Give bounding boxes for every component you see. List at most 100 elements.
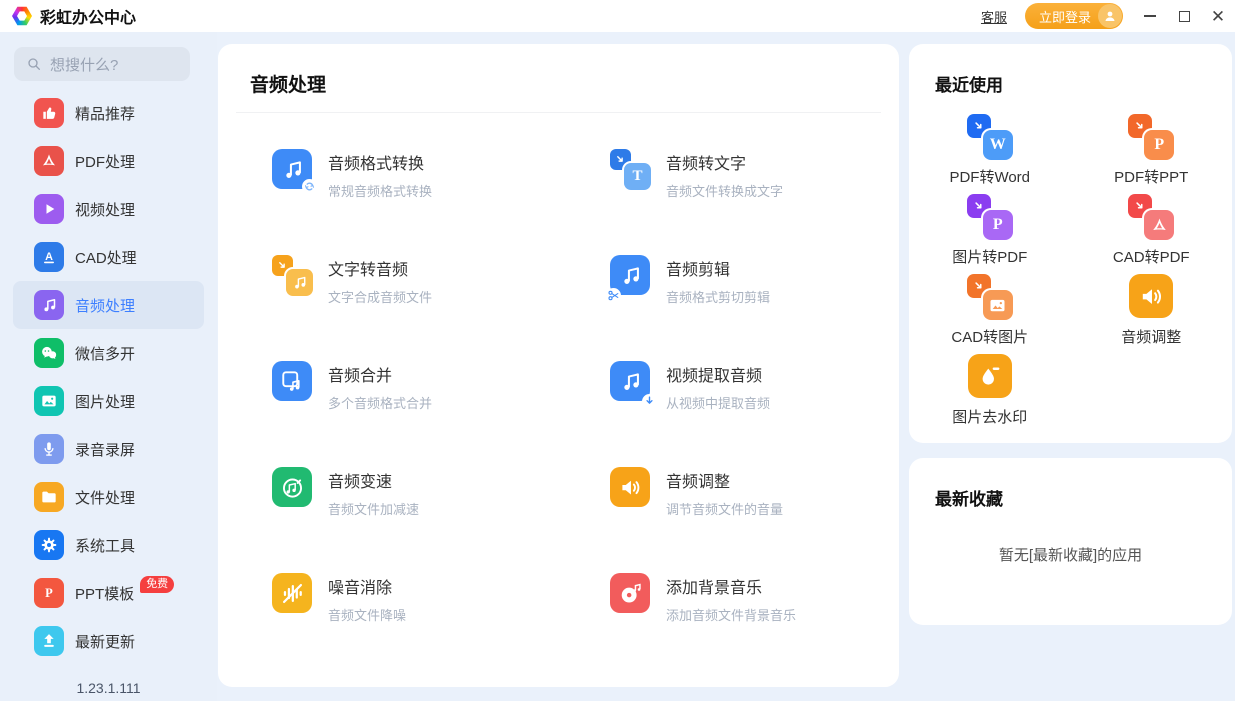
minimize-button[interactable] — [1133, 0, 1167, 32]
app-text-to-audio[interactable]: 文字转音频 文字合成音频文件 — [272, 255, 610, 361]
app-name: 音频剪辑 — [666, 256, 770, 280]
letter-w-icon: W — [983, 130, 1013, 160]
recent-label: 音频调整 — [1121, 326, 1181, 347]
app-desc: 从视频中提取音频 — [666, 393, 770, 412]
pdf-reader-icon — [34, 146, 64, 176]
sidebar-item-label: PDF处理 — [75, 151, 135, 172]
sidebar-item-update[interactable]: 最新更新 — [0, 617, 217, 665]
recent-panel: 最近使用 W PDF转Word P PDF转PPT — [909, 44, 1232, 443]
app-audio-to-text[interactable]: T 音频转文字 音频文件转换成文字 — [610, 149, 899, 255]
sidebar-item-pdf[interactable]: PDF处理 — [0, 137, 217, 185]
sidebar-item-cad[interactable]: A CAD处理 — [0, 233, 217, 281]
sidebar-item-label: PPT模板 — [75, 583, 134, 604]
favorites-panel: 最新收藏 暂无[最新收藏]的应用 — [909, 458, 1232, 625]
recent-label: CAD转PDF — [1113, 246, 1190, 267]
app-audio-format-convert[interactable]: 音频格式转换 常规音频格式转换 — [272, 149, 610, 255]
titlebar: 彩虹办公中心 客服 立即登录 ✕ — [0, 0, 1235, 32]
folder-icon — [34, 482, 64, 512]
sidebar-item-wechat[interactable]: 微信多开 — [0, 329, 217, 377]
version-text: 1.23.1.111 — [0, 680, 217, 696]
letter-t-icon: T — [624, 163, 651, 190]
app-name: 音频调整 — [666, 468, 783, 492]
ppt-icon: P — [34, 578, 64, 608]
title-divider — [236, 112, 881, 113]
sidebar-item-image[interactable]: 图片处理 — [0, 377, 217, 425]
merge-music-icon — [272, 361, 312, 401]
recent-cad-to-pdf[interactable]: CAD转PDF — [1113, 194, 1190, 274]
app-name: 噪音消除 — [328, 574, 406, 598]
app-desc: 添加音频文件背景音乐 — [666, 605, 796, 624]
music-note-icon — [286, 269, 313, 296]
app-desc: 音频文件降噪 — [328, 605, 406, 624]
gear-icon — [34, 530, 64, 560]
sidebar-item-label: 文件处理 — [75, 487, 135, 508]
pdf-reader-icon — [1144, 210, 1174, 240]
recent-image-watermark-removal[interactable]: 图片去水印 — [952, 354, 1027, 434]
app-add-bgm[interactable]: 添加背景音乐 添加音频文件背景音乐 — [610, 573, 899, 679]
speed-gauge-icon — [272, 467, 312, 507]
recent-label: PDF转Word — [949, 166, 1030, 187]
sidebar-item-label: 最新更新 — [75, 631, 135, 652]
noise-waveform-icon — [272, 573, 312, 613]
sidebar-item-file[interactable]: 文件处理 — [0, 473, 217, 521]
app-desc: 调节音频文件的音量 — [666, 499, 783, 518]
refresh-icon — [302, 179, 317, 194]
sidebar-item-recorder[interactable]: 录音录屏 — [0, 425, 217, 473]
sidebar-item-label: CAD处理 — [75, 247, 137, 268]
app-name: 音频合并 — [328, 362, 432, 386]
app-audio-merge[interactable]: 音频合并 多个音频格式合并 — [272, 361, 610, 467]
search-input[interactable]: 想搜什么? — [14, 47, 190, 81]
upload-arrow-icon — [34, 626, 64, 656]
app-desc: 文字合成音频文件 — [328, 287, 432, 306]
sidebar-item-label: 系统工具 — [75, 535, 135, 556]
sidebar-item-system[interactable]: 系统工具 — [0, 521, 217, 569]
close-button[interactable]: ✕ — [1201, 0, 1235, 32]
sidebar-item-featured[interactable]: 精品推荐 — [0, 89, 217, 137]
sidebar-item-audio[interactable]: 音频处理 — [13, 281, 204, 329]
app-grid: 音频格式转换 常规音频格式转换 T 音频转文字 音频文件转换成文字 — [272, 149, 899, 679]
app-desc: 音频文件加减速 — [328, 499, 419, 518]
app-video-extract-audio[interactable]: 视频提取音频 从视频中提取音频 — [610, 361, 899, 467]
app-name: 文字转音频 — [328, 256, 432, 280]
app-desc: 音频文件转换成文字 — [666, 181, 783, 200]
login-button[interactable]: 立即登录 — [1025, 3, 1123, 29]
recent-label: 图片转PDF — [952, 246, 1027, 267]
app-audio-speed[interactable]: 音频变速 音频文件加减速 — [272, 467, 610, 573]
app-noise-removal[interactable]: 噪音消除 音频文件降噪 — [272, 573, 610, 679]
recent-pdf-to-ppt[interactable]: P PDF转PPT — [1114, 114, 1188, 194]
search-placeholder: 想搜什么? — [50, 54, 118, 75]
recent-cad-to-image[interactable]: CAD转图片 — [951, 274, 1028, 354]
music-note-icon — [34, 290, 64, 320]
page-title: 音频处理 — [218, 44, 899, 97]
water-drop-icon — [968, 354, 1012, 398]
recent-title: 最近使用 — [909, 44, 1232, 96]
sidebar-item-video[interactable]: 视频处理 — [0, 185, 217, 233]
app-name: 音频变速 — [328, 468, 419, 492]
recent-audio-adjust[interactable]: 音频调整 — [1121, 274, 1181, 354]
letter-p-icon: P — [983, 210, 1013, 240]
speaker-icon — [1129, 274, 1173, 318]
disc-music-icon — [610, 573, 650, 613]
sidebar-item-ppt-template[interactable]: P PPT模板 免费 — [0, 569, 217, 617]
recent-pdf-to-word[interactable]: W PDF转Word — [949, 114, 1030, 194]
app-desc: 音频格式剪切剪辑 — [666, 287, 770, 306]
recent-image-to-pdf[interactable]: P 图片转PDF — [952, 194, 1027, 274]
close-icon: ✕ — [1211, 8, 1225, 25]
favorites-empty-text: 暂无[最新收藏]的应用 — [909, 544, 1232, 565]
thumb-up-icon — [34, 98, 64, 128]
recent-grid: W PDF转Word P PDF转PPT P 图片转PDF — [909, 114, 1232, 434]
picture-icon — [983, 290, 1013, 320]
sidebar-item-label: 音频处理 — [75, 295, 135, 316]
main-panel: 音频处理 音频格式转换 常规音频格式转换 — [218, 44, 899, 687]
picture-icon — [34, 386, 64, 416]
app-audio-adjust[interactable]: 音频调整 调节音频文件的音量 — [610, 467, 899, 573]
play-icon — [34, 194, 64, 224]
favorites-title: 最新收藏 — [909, 458, 1232, 510]
letter-p-icon: P — [1144, 130, 1174, 160]
customer-support-link[interactable]: 客服 — [981, 7, 1007, 26]
maximize-button[interactable] — [1167, 0, 1201, 32]
app-audio-clip[interactable]: 音频剪辑 音频格式剪切剪辑 — [610, 255, 899, 361]
app-name: 音频格式转换 — [328, 150, 432, 174]
down-arrow-icon — [642, 394, 657, 409]
user-avatar-icon — [1098, 4, 1122, 28]
